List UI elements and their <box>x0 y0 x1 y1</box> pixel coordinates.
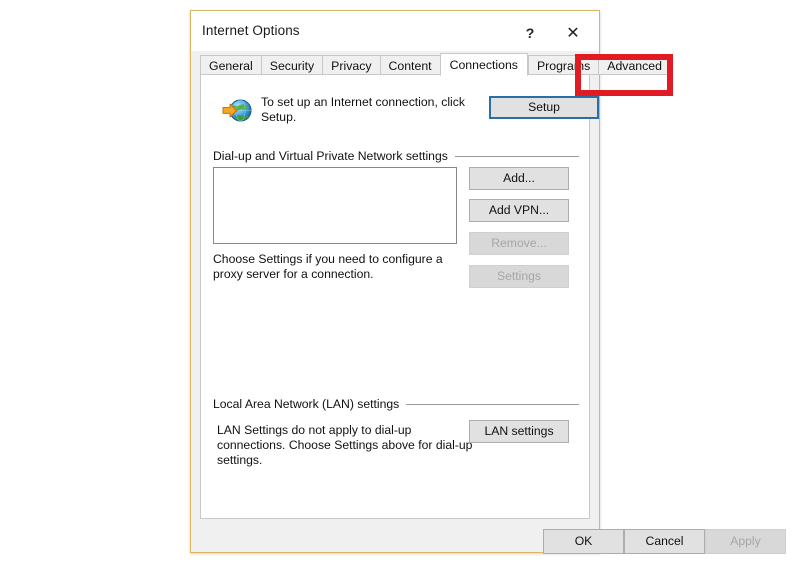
cancel-button[interactable]: Cancel <box>624 529 705 554</box>
add-vpn-button[interactable]: Add VPN... <box>469 199 569 222</box>
lan-group-header: Local Area Network (LAN) settings <box>213 397 579 411</box>
setup-button[interactable]: Setup <box>489 96 599 119</box>
tab-strip: General Security Privacy Content Connect… <box>200 53 671 76</box>
lan-settings-button[interactable]: LAN settings <box>469 420 569 443</box>
dialup-group-label: Dial-up and Virtual Private Network sett… <box>213 149 448 163</box>
title-bar: Internet Options ? ✕ <box>191 11 599 51</box>
ok-button[interactable]: OK <box>543 529 624 554</box>
remove-button: Remove... <box>469 232 569 255</box>
group-divider <box>454 155 579 157</box>
globe-with-arrow-icon <box>221 96 253 126</box>
setup-description: To set up an Internet connection, click … <box>261 95 465 124</box>
tab-privacy[interactable]: Privacy <box>322 55 380 75</box>
tab-general[interactable]: General <box>200 55 261 75</box>
connections-panel: To set up an Internet connection, click … <box>200 74 599 519</box>
dialup-group-header: Dial-up and Virtual Private Network sett… <box>213 149 579 163</box>
tab-advanced[interactable]: Advanced <box>598 55 671 75</box>
tab-programs[interactable]: Programs <box>527 55 599 75</box>
internet-options-dialog: Internet Options ? ✕ General Security Pr… <box>190 10 786 554</box>
add-button[interactable]: Add... <box>469 167 569 190</box>
tab-connections[interactable]: Connections <box>439 53 528 76</box>
settings-button: Settings <box>469 265 569 288</box>
group-divider <box>406 403 579 405</box>
connections-listbox[interactable] <box>213 167 457 244</box>
window-title: Internet Options <box>202 23 300 38</box>
lan-group-label: Local Area Network (LAN) settings <box>213 397 400 411</box>
tab-content[interactable]: Content <box>379 55 440 75</box>
lan-description: LAN Settings do not apply to dial-up con… <box>217 423 473 467</box>
apply-button: Apply <box>705 529 786 554</box>
setup-row: To set up an Internet connection, click … <box>213 95 599 131</box>
close-icon[interactable]: ✕ <box>555 18 591 48</box>
help-icon[interactable]: ? <box>512 18 548 48</box>
tab-security[interactable]: Security <box>260 55 323 75</box>
proxy-note: Choose Settings if you need to configure… <box>213 252 443 281</box>
